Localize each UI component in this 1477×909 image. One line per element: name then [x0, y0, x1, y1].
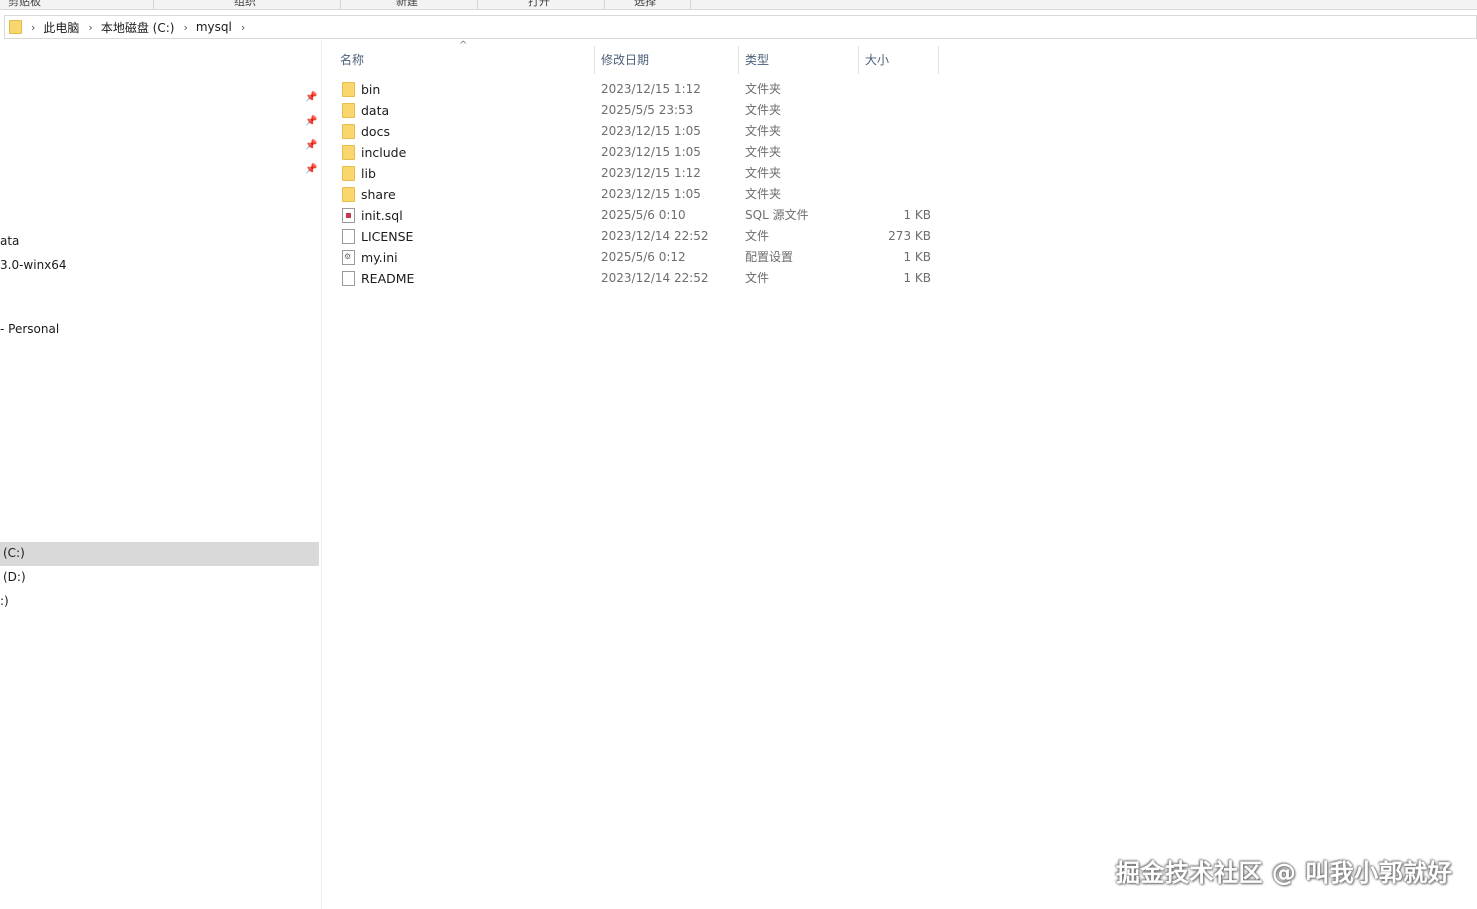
file-date: 2023/12/15 1:12 — [601, 82, 701, 96]
file-size: 1 KB — [903, 208, 931, 222]
folder-icon — [342, 103, 355, 118]
column-header-name[interactable]: 名称 — [340, 48, 364, 72]
watermark: 掘金技术社区 @ 叫我小郭就好 — [1116, 859, 1453, 887]
file-type: 文件夹 — [745, 103, 782, 117]
pin-icon: 📌 — [305, 92, 318, 103]
file-type: SQL 源文件 — [745, 208, 809, 222]
file-type: 文件夹 — [745, 124, 782, 138]
file-date: 2023/12/14 22:52 — [601, 229, 709, 243]
file-name: bin — [361, 82, 381, 97]
nav-item-personal[interactable]: - Personal — [0, 322, 59, 336]
ribbon-group-select[interactable]: 选择 — [634, 0, 656, 9]
column-header-type[interactable]: 类型 — [745, 48, 769, 72]
sort-ascending-icon: ^ — [459, 40, 468, 51]
file-row[interactable]: include 2023/12/15 1:05 文件夹 — [334, 142, 938, 163]
file-size: 1 KB — [903, 250, 931, 264]
file-icon — [342, 271, 355, 286]
sql-file-icon — [342, 208, 355, 223]
file-name: LICENSE — [361, 229, 414, 244]
folder-icon — [342, 82, 355, 97]
nav-item-data[interactable]: ata — [0, 234, 19, 248]
file-name: init.sql — [361, 208, 403, 223]
folder-icon — [342, 187, 355, 202]
breadcrumb-local-disk-c[interactable]: 本地磁盘 (C:) — [101, 19, 175, 36]
file-type: 文件夹 — [745, 145, 782, 159]
file-date: 2023/12/15 1:05 — [601, 187, 701, 201]
file-name: README — [361, 271, 415, 286]
file-type: 文件 — [745, 271, 770, 285]
nav-item-drive-e[interactable]: :) — [0, 594, 9, 608]
nav-item-drive-c[interactable]: (C:) — [3, 546, 25, 560]
file-type: 文件夹 — [745, 187, 782, 201]
file-date: 2025/5/5 23:53 — [601, 103, 694, 117]
pin-icon: 📌 — [305, 164, 318, 175]
folder-icon — [9, 20, 22, 34]
file-row[interactable]: docs 2023/12/15 1:05 文件夹 — [334, 121, 938, 142]
file-type: 文件夹 — [745, 82, 782, 96]
file-date: 2025/5/6 0:12 — [601, 250, 686, 264]
file-row[interactable]: lib 2023/12/15 1:12 文件夹 — [334, 163, 938, 184]
ribbon-separator — [340, 0, 341, 9]
ribbon-separator — [690, 0, 691, 9]
ribbon-group-new[interactable]: 新建 — [396, 0, 418, 9]
file-row[interactable]: data 2025/5/5 23:53 文件夹 — [334, 100, 938, 121]
column-divider[interactable] — [594, 46, 595, 74]
ribbon-separator — [153, 0, 154, 9]
ribbon-group-organize[interactable]: 组织 — [234, 0, 256, 9]
ribbon-group-open[interactable]: 打开 — [528, 0, 550, 9]
nav-item-mysql-winx64[interactable]: 3.0-winx64 — [0, 258, 67, 272]
file-row[interactable]: share 2023/12/15 1:05 文件夹 — [334, 184, 938, 205]
file-row[interactable]: bin 2023/12/15 1:12 文件夹 — [334, 79, 938, 100]
file-size: 273 KB — [888, 229, 931, 243]
file-name: docs — [361, 124, 390, 139]
file-type: 文件 — [745, 229, 770, 243]
file-date: 2023/12/15 1:05 — [601, 145, 701, 159]
file-name: include — [361, 145, 407, 160]
column-divider[interactable] — [938, 46, 939, 74]
file-date: 2023/12/15 1:12 — [601, 166, 701, 180]
ribbon-strip: 剪贴板 组织 新建 打开 选择 — [0, 0, 1477, 10]
file-date: 2023/12/14 22:52 — [601, 271, 709, 285]
nav-item-drive-d[interactable]: (D:) — [3, 570, 26, 584]
file-size: 1 KB — [903, 271, 931, 285]
file-icon — [342, 229, 355, 244]
folder-icon — [342, 124, 355, 139]
column-header-size[interactable]: 大小 — [865, 48, 889, 72]
file-row[interactable]: my.ini 2025/5/6 0:12 配置设置 1 KB — [334, 247, 938, 268]
ribbon-group-clipboard[interactable]: 剪贴板 — [8, 0, 41, 9]
pin-icon: 📌 — [305, 116, 318, 127]
folder-icon — [342, 145, 355, 160]
file-type: 配置设置 — [745, 250, 794, 264]
file-name: my.ini — [361, 250, 398, 265]
folder-icon — [342, 166, 355, 181]
chevron-right-icon[interactable]: › — [88, 21, 92, 34]
file-name: share — [361, 187, 396, 202]
column-header-date[interactable]: 修改日期 — [601, 48, 649, 72]
file-row[interactable]: LICENSE 2023/12/14 22:52 文件 273 KB — [334, 226, 938, 247]
breadcrumb-this-pc[interactable]: 此电脑 — [43, 19, 79, 36]
chevron-right-icon[interactable]: › — [31, 21, 35, 34]
chevron-right-icon[interactable]: › — [183, 21, 187, 34]
ribbon-separator — [477, 0, 478, 9]
ini-file-icon — [342, 250, 355, 265]
file-row[interactable]: README 2023/12/14 22:52 文件 1 KB — [334, 268, 938, 289]
column-divider[interactable] — [858, 46, 859, 74]
file-name: lib — [361, 166, 376, 181]
navigation-pane: 📌 📌 📌 📌 ata 3.0-winx64 - Personal (C:) (… — [0, 40, 322, 909]
file-type: 文件夹 — [745, 166, 782, 180]
chevron-right-icon[interactable]: › — [241, 21, 245, 34]
address-bar[interactable]: › 此电脑 › 本地磁盘 (C:) › mysql › — [4, 15, 1477, 39]
file-date: 2025/5/6 0:10 — [601, 208, 686, 222]
ribbon-separator — [604, 0, 605, 9]
breadcrumb-mysql[interactable]: mysql — [196, 20, 232, 34]
file-date: 2023/12/15 1:05 — [601, 124, 701, 138]
column-divider[interactable] — [738, 46, 739, 74]
nav-selected-highlight — [0, 542, 319, 566]
file-name: data — [361, 103, 390, 118]
pin-icon: 📌 — [305, 140, 318, 151]
file-row[interactable]: init.sql 2025/5/6 0:10 SQL 源文件 1 KB — [334, 205, 938, 226]
